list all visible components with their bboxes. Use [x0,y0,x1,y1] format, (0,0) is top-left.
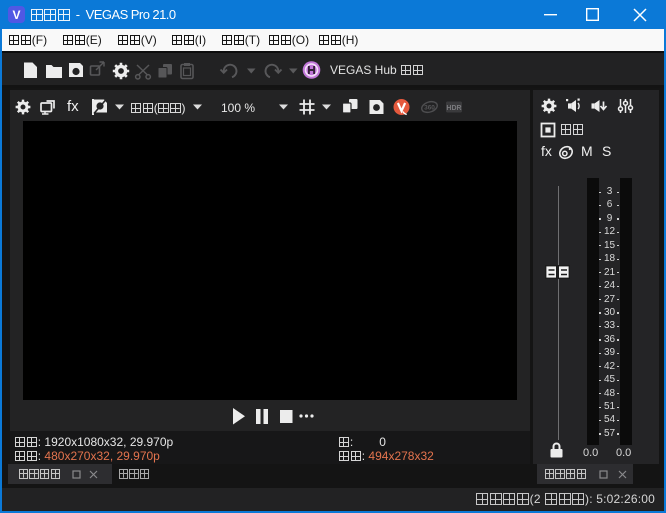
svg-text:360: 360 [424,104,435,111]
svg-text:HDR: HDR [446,105,461,112]
